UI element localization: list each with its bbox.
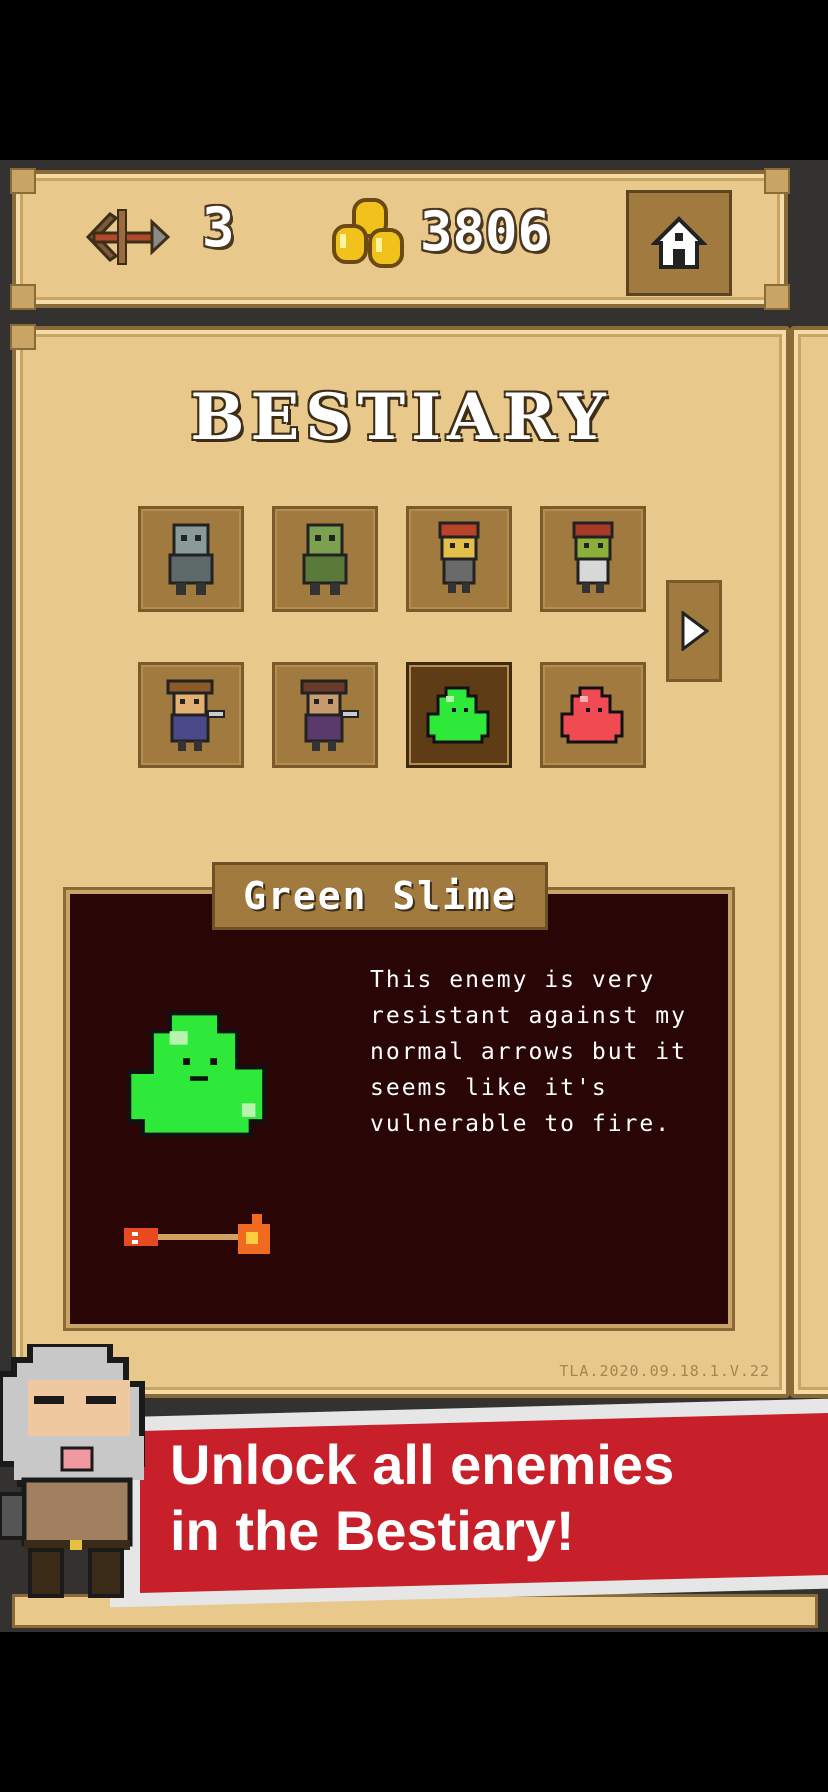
next-page-button[interactable]	[666, 580, 722, 682]
corner-ornament	[10, 284, 36, 310]
monster-slot-green-zombie[interactable]	[272, 506, 378, 612]
green-slime-icon	[426, 686, 490, 744]
gold-count: 3806	[420, 200, 551, 263]
monster-slot-bandit[interactable]	[138, 662, 244, 768]
grey-zombie-icon	[168, 523, 214, 595]
monster-slot-red-slime[interactable]	[540, 662, 646, 768]
monster-slot-dark-bandit[interactable]	[272, 662, 378, 768]
corner-ornament	[764, 168, 790, 194]
gold-coins-icon	[332, 198, 404, 268]
bandit-icon	[166, 679, 225, 751]
top-hud: 3 3806	[10, 168, 790, 310]
home-icon	[651, 216, 707, 269]
arrows-count: 3	[202, 196, 235, 259]
version-label: TLA.2020.09.18.1.V.22	[559, 1362, 770, 1380]
monster-slot-green-slime[interactable]	[406, 662, 512, 768]
next-arrow-icon	[681, 611, 709, 651]
monster-name-tab: Green Slime	[212, 862, 548, 930]
bestiary-panel: BESTIARY This enemy is very resistant ag…	[10, 324, 790, 1398]
red-slime-icon	[560, 686, 624, 744]
green-slime-portrait	[126, 1010, 267, 1138]
old-archer-character	[0, 1344, 145, 1598]
crossbow-icon	[85, 209, 170, 265]
promo-line-2: in the Bestiary!	[170, 1499, 575, 1562]
monster-slot-red-haired-goblin[interactable]	[406, 506, 512, 612]
fire-arrow-icon	[124, 1214, 270, 1254]
corner-ornament	[10, 324, 36, 350]
page-title: BESTIARY	[190, 380, 612, 455]
promo-line-1: Unlock all enemies	[170, 1433, 675, 1496]
monster-slot-grey-zombie[interactable]	[138, 506, 244, 612]
corner-ornament	[764, 284, 790, 310]
monster-slot-green-goblin[interactable]	[540, 506, 646, 612]
green-zombie-icon	[302, 523, 348, 595]
promo-text: Unlock all enemies in the Bestiary!	[170, 1432, 810, 1564]
next-page-edge	[790, 326, 828, 1398]
dark-bandit-icon	[300, 679, 359, 751]
monster-description: This enemy is very resistant against my …	[370, 967, 687, 1137]
corner-ornament	[10, 168, 36, 194]
monster-info-box: This enemy is very resistant against my …	[66, 890, 732, 1328]
home-button[interactable]	[626, 190, 732, 296]
green-goblin-icon	[572, 521, 614, 593]
red-haired-goblin-icon	[438, 521, 480, 593]
